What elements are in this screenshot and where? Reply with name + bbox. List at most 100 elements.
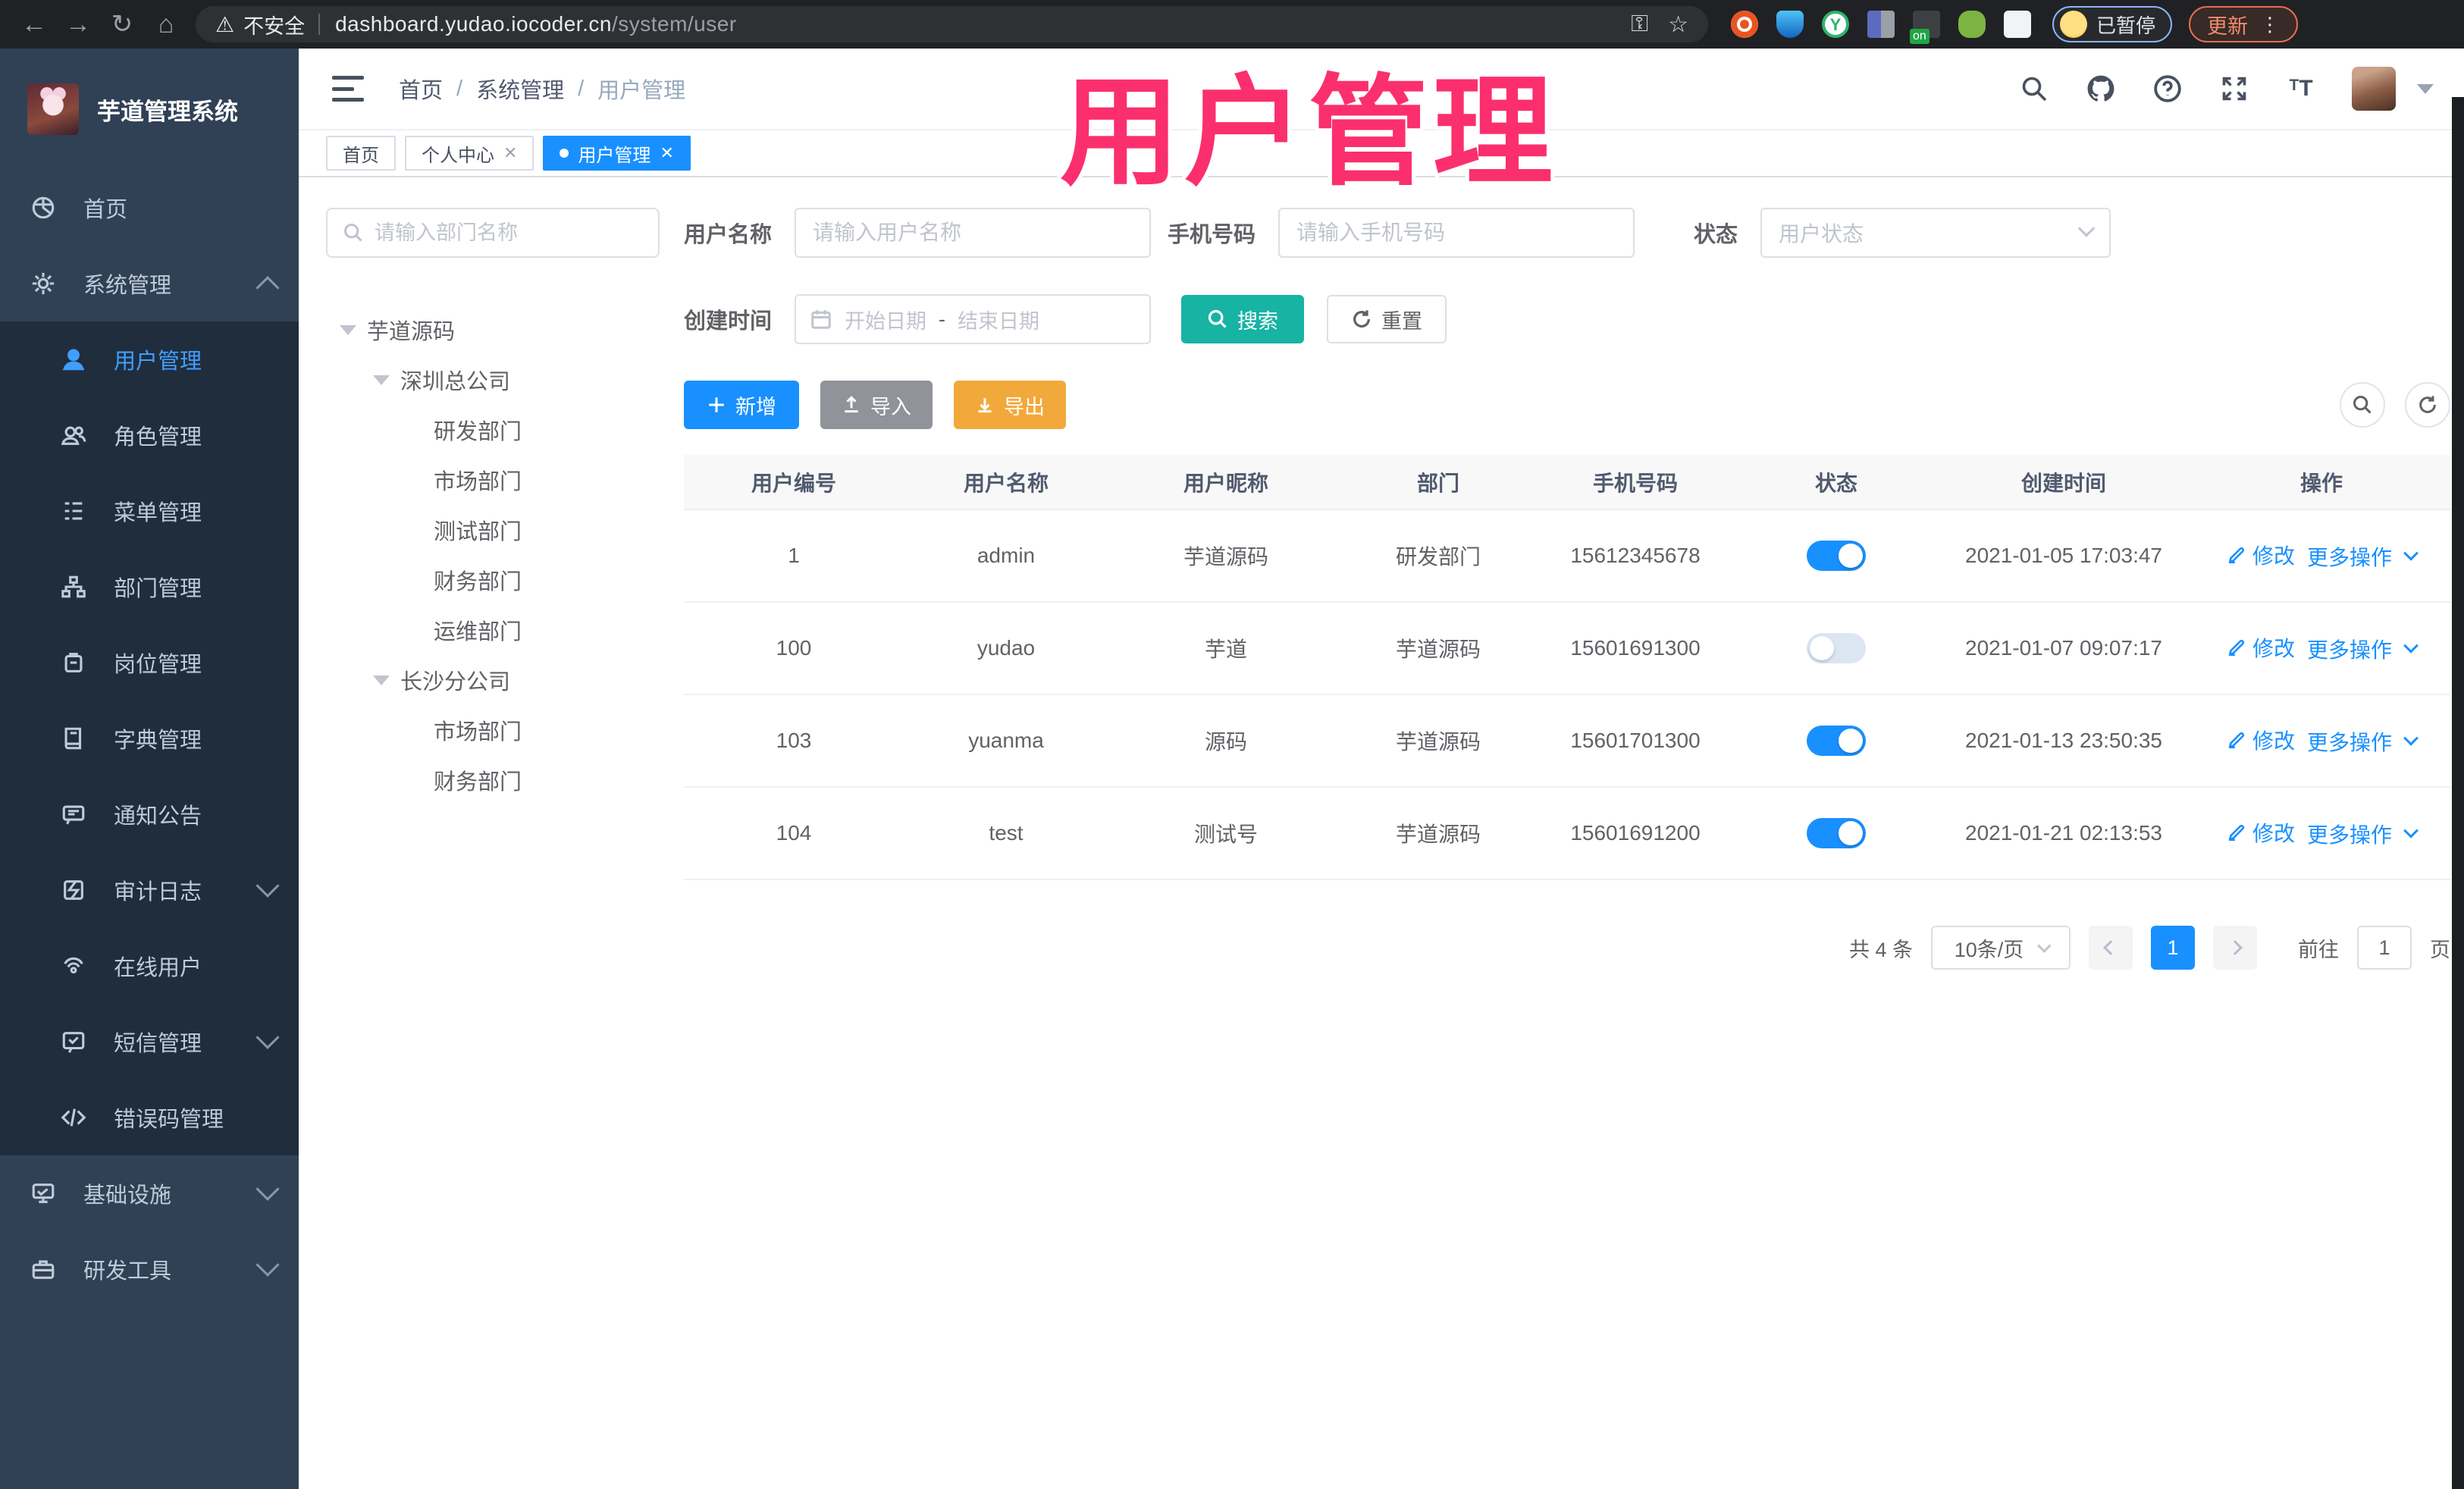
user-menu-caret-icon[interactable] [2417, 83, 2434, 94]
sidebar-item-审计日志[interactable]: 审计日志 [0, 852, 299, 928]
sidebar-item-短信管理[interactable]: 短信管理 [0, 1004, 299, 1080]
tree-node-芋道源码[interactable]: 芋道源码 [326, 305, 660, 355]
help-icon[interactable] [2152, 73, 2183, 105]
post-icon [61, 650, 94, 676]
next-page-button[interactable] [2213, 926, 2257, 970]
status-toggle[interactable] [1807, 726, 1866, 756]
breadcrumb-home[interactable]: 首页 [399, 73, 443, 105]
current-page-button[interactable]: 1 [2151, 926, 2195, 970]
import-button[interactable]: 导入 [820, 381, 933, 429]
sidebar-item-首页[interactable]: 首页 [0, 170, 299, 246]
add-user-button[interactable]: 新增 [684, 381, 799, 429]
tree-node-运维部门[interactable]: 运维部门 [326, 605, 660, 655]
browser-profile-chip[interactable]: 已暂停 [2052, 6, 2173, 42]
sidebar-item-基础设施[interactable]: 基础设施 [0, 1155, 299, 1231]
dashboard-icon [30, 195, 64, 221]
browser-back-icon[interactable]: ← [12, 10, 56, 39]
edit-user-link[interactable]: 修改 [2227, 632, 2295, 663]
browser-forward-icon[interactable]: → [56, 10, 100, 39]
not-secure-warning-icon[interactable]: ⚠ [215, 12, 234, 37]
sidebar-item-研发工具[interactable]: 研发工具 [0, 1231, 299, 1307]
extension-switch-on-icon[interactable] [1910, 11, 1940, 44]
sidebar-item-角色管理[interactable]: 角色管理 [0, 397, 299, 473]
extensions-puzzle-icon[interactable] [2004, 11, 2031, 38]
tab-首页[interactable]: 首页 [326, 136, 396, 171]
tree-node-深圳总公司[interactable]: 深圳总公司 [326, 355, 660, 405]
status-toggle[interactable] [1807, 633, 1866, 663]
address-bar[interactable]: ⚠ 不安全 dashboard.yudao.iocoder.cn/system/… [196, 6, 1708, 42]
sidebar-item-岗位管理[interactable]: 岗位管理 [0, 625, 299, 701]
password-key-icon[interactable]: ⚿ [1631, 11, 1648, 37]
tree-node-财务部门[interactable]: 财务部门 [326, 755, 660, 805]
more-actions-link[interactable]: 更多操作 [2307, 541, 2419, 572]
tree-expand-caret-icon[interactable] [373, 375, 390, 385]
dept-search-input[interactable] [375, 221, 643, 245]
browser-menu-icon[interactable]: ⋮ [2260, 13, 2280, 36]
reset-button[interactable]: 重置 [1327, 295, 1447, 343]
chevron-down-icon [255, 1252, 280, 1277]
tab-用户管理[interactable]: 用户管理 ✕ [543, 136, 691, 171]
sidebar-item-错误码管理[interactable]: 错误码管理 [0, 1080, 299, 1155]
online-icon [61, 953, 94, 979]
tab-个人中心[interactable]: 个人中心 ✕ [405, 136, 534, 171]
create-time-range-picker[interactable]: 开始日期 - 结束日期 [795, 294, 1152, 344]
breadcrumb-system[interactable]: 系统管理 [476, 73, 564, 105]
browser-home-icon[interactable]: ⌂ [144, 10, 188, 39]
close-tab-icon[interactable]: ✕ [503, 143, 517, 163]
tree-node-研发部门[interactable]: 研发部门 [326, 405, 660, 455]
sidebar-item-在线用户[interactable]: 在线用户 [0, 928, 299, 1004]
sidebar-item-菜单管理[interactable]: 菜单管理 [0, 473, 299, 549]
extension-vue-devtools-icon[interactable]: Y [1822, 11, 1849, 38]
tree-expand-caret-icon[interactable] [340, 324, 356, 335]
username-label: 用户名称 [684, 223, 773, 247]
extension-squares-icon[interactable] [1867, 11, 1895, 38]
more-actions-link[interactable]: 更多操作 [2307, 819, 2419, 849]
mobile-input[interactable] [1296, 221, 1617, 245]
tree-node-财务部门[interactable]: 财务部门 [326, 555, 660, 605]
tree-node-市场部门[interactable]: 市场部门 [326, 455, 660, 505]
more-actions-link[interactable]: 更多操作 [2307, 726, 2419, 757]
close-tab-icon[interactable]: ✕ [660, 143, 673, 163]
goto-page-input[interactable] [2357, 926, 2412, 970]
tree-node-测试部门[interactable]: 测试部门 [326, 505, 660, 555]
fullscreen-icon[interactable] [2218, 73, 2250, 105]
app-logo[interactable]: 芋道管理系统 [0, 49, 299, 170]
extension-ubuntu-icon[interactable] [1731, 11, 1758, 38]
edit-user-link[interactable]: 修改 [2227, 817, 2295, 848]
browser-reload-icon[interactable]: ↻ [100, 9, 144, 39]
font-size-icon[interactable]: ᵀT [2285, 73, 2317, 105]
edit-user-link[interactable]: 修改 [2227, 725, 2295, 755]
sidebar-item-用户管理[interactable]: 用户管理 [0, 321, 299, 397]
browser-update-button[interactable]: 更新 ⋮ [2189, 6, 2299, 42]
prev-page-button[interactable] [2089, 926, 2133, 970]
sidebar-item-字典管理[interactable]: 字典管理 [0, 701, 299, 776]
tree-node-长沙分公司[interactable]: 长沙分公司 [326, 655, 660, 705]
url-text[interactable]: dashboard.yudao.iocoder.cn/system/user [335, 12, 737, 36]
extension-green-key-icon[interactable] [1958, 11, 1986, 38]
search-button[interactable]: 搜索 [1181, 295, 1305, 343]
status-select[interactable]: 用户状态 [1760, 208, 2111, 258]
username-input[interactable] [813, 221, 1133, 245]
more-actions-link[interactable]: 更多操作 [2307, 634, 2419, 664]
status-toggle[interactable] [1807, 818, 1866, 848]
browser-scrollbar[interactable] [2452, 97, 2464, 1489]
extension-gem-icon[interactable] [1776, 11, 1804, 38]
bookmark-star-icon[interactable]: ☆ [1668, 11, 1688, 38]
system-submenu: 用户管理 角色管理 菜单管理 部门管理 岗位管理 字典管理 通知公告 审计日志 在线用户 短信管理… [0, 321, 299, 1155]
refresh-table-button[interactable] [2405, 382, 2450, 428]
status-toggle[interactable] [1807, 541, 1866, 571]
dept-tree-panel: 芋道源码深圳总公司研发部门市场部门测试部门财务部门运维部门长沙分公司市场部门财务… [326, 208, 660, 1489]
toggle-search-button[interactable] [2340, 382, 2385, 428]
sidebar-item-部门管理[interactable]: 部门管理 [0, 549, 299, 625]
header-search-icon[interactable] [2018, 73, 2050, 105]
tree-expand-caret-icon[interactable] [373, 675, 390, 685]
sidebar-item-通知公告[interactable]: 通知公告 [0, 776, 299, 852]
user-avatar[interactable] [2352, 67, 2396, 111]
sidebar-item-系统管理[interactable]: 系统管理 [0, 246, 299, 321]
collapse-sidebar-icon[interactable] [332, 76, 364, 102]
page-size-select[interactable]: 10条/页 [1931, 926, 2071, 970]
edit-user-link[interactable]: 修改 [2227, 540, 2295, 570]
tree-node-市场部门[interactable]: 市场部门 [326, 705, 660, 755]
export-button[interactable]: 导出 [954, 381, 1066, 429]
github-icon[interactable] [2085, 73, 2117, 105]
